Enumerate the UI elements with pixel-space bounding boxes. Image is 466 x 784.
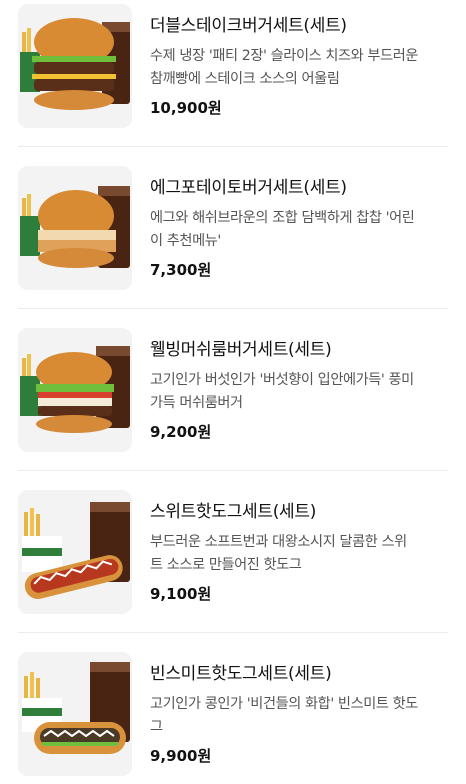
menu-item-name: 빈스미트핫도그세트(세트): [150, 664, 332, 684]
divider: [18, 308, 448, 309]
burger-set-image: [18, 166, 132, 290]
menu-item-price: 9,900원: [150, 747, 212, 765]
menu-item-price: 9,200원: [150, 423, 212, 441]
menu-item-wellbeing-mushroom-burger[interactable]: 웰빙머쉬룸버거세트(세트) 고기인가 버섯인가 '버섯향이 입안에가득' 풍미 …: [18, 328, 448, 452]
menu-item-description: 고기인가 버섯인가 '버섯향이 입안에가득' 풍미 가득 머쉬룸버거: [150, 369, 448, 415]
menu-item-name: 스위트핫도그세트(세트): [150, 502, 317, 522]
menu-item-description: 고기인가 콩인가 '비건들의 화합' 빈스미트 핫도 그: [150, 693, 448, 739]
burger-set-image: [18, 328, 132, 452]
description-line: 그: [150, 719, 163, 735]
menu-item-description: 부드러운 소프트번과 대왕소시지 달콤한 스위 트 소스로 만들어진 핫도그: [150, 531, 448, 577]
menu-item-price: 7,300원: [150, 261, 212, 279]
hotdog-set-image: [18, 490, 132, 614]
menu-item-egg-potato-burger[interactable]: 에그포테이토버거세트(세트) 에그와 해쉬브라운의 조합 담백하게 찹찹 '어린…: [18, 166, 448, 290]
description-line: 수제 냉장 '패티 2장' 슬라이스 치즈와 부드러운: [150, 48, 419, 64]
burger-set-image: [18, 4, 132, 128]
hotdog-set-image: [18, 652, 132, 776]
description-line: 고기인가 버섯인가 '버섯향이 입안에가득' 풍미: [150, 372, 414, 388]
menu-item-price: 10,900원: [150, 99, 222, 117]
menu-item-name: 더블스테이크버거세트(세트): [150, 16, 347, 36]
menu-item-sweet-hotdog[interactable]: 스위트핫도그세트(세트) 부드러운 소프트번과 대왕소시지 달콤한 스위 트 소…: [18, 490, 448, 614]
menu-item-double-steak-burger[interactable]: 더블스테이크버거세트(세트) 수제 냉장 '패티 2장' 슬라이스 치즈와 부드…: [18, 4, 448, 128]
description-line: 부드러운 소프트번과 대왕소시지 달콤한 스위: [150, 534, 407, 550]
menu-item-description: 수제 냉장 '패티 2장' 슬라이스 치즈와 부드러운 참깨빵에 스테이크 소스…: [150, 45, 448, 91]
divider: [18, 470, 448, 471]
description-line: 트 소스로 만들어진 핫도그: [150, 557, 302, 573]
description-line: 가득 머쉬룸버거: [150, 395, 243, 411]
menu-item-price: 9,100원: [150, 585, 212, 603]
menu-item-beans-meat-hotdog[interactable]: 빈스미트핫도그세트(세트) 고기인가 콩인가 '비건들의 화합' 빈스미트 핫도…: [18, 652, 448, 776]
menu-item-name: 웰빙머쉬룸버거세트(세트): [150, 340, 332, 360]
description-line: 참깨빵에 스테이크 소스의 어울림: [150, 71, 340, 87]
divider: [18, 146, 448, 147]
description-line: 이 추천메뉴': [150, 233, 221, 249]
description-line: 고기인가 콩인가 '비건들의 화합' 빈스미트 핫도: [150, 696, 418, 712]
menu-list: 더블스테이크버거세트(세트) 수제 냉장 '패티 2장' 슬라이스 치즈와 부드…: [0, 0, 466, 784]
menu-item-name: 에그포테이토버거세트(세트): [150, 178, 347, 198]
divider: [18, 632, 448, 633]
description-line: 에그와 해쉬브라운의 조합 담백하게 찹찹 '어린: [150, 210, 415, 226]
menu-item-description: 에그와 해쉬브라운의 조합 담백하게 찹찹 '어린 이 추천메뉴': [150, 207, 448, 253]
